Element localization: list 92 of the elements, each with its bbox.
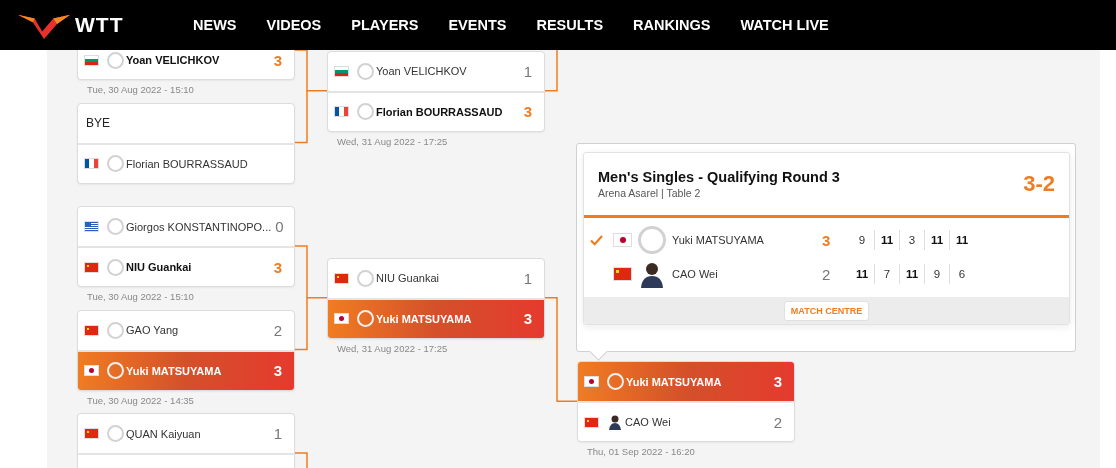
game-score: 11 [874,230,899,250]
player-name: NIU Guankai [126,261,193,273]
player-score: 3 [523,310,532,328]
player-name: Yuki MATSUYAMA [672,234,765,246]
nav-link[interactable]: VIDEOS [266,17,322,33]
player-score: 3 [822,231,832,249]
nav-link[interactable]: EVENTS [448,17,507,33]
player-name: CAO Wei [672,268,719,280]
connector-line [544,50,558,92]
match-score: 3-2 [1023,171,1055,197]
flag-icon [84,365,99,376]
player-score: 3 [273,51,282,69]
player-name: QUAN Kaiyuan [126,427,202,440]
game-score: 6 [949,264,974,284]
flag-icon [584,416,599,428]
highlighted-player-row[interactable]: Yuki MATSUYAMA 3 [328,297,544,338]
match-date: Tue, 30 Aug 2022 - 15:10 [87,84,195,95]
match-date: Thu, 01 Sep 2022 - 16:20 [587,446,696,458]
flag-icon [334,106,349,118]
match-date: Wed, 31 Aug 2022 - 17:25 [337,135,449,147]
player-name: Yuki MATSUYAMA [126,364,223,377]
player-score: 2 [822,265,832,283]
flag-icon [584,376,599,388]
nav-link[interactable]: PLAYERS [351,17,419,33]
highlighted-player-row[interactable]: Yuki MATSUYAMA 3 [578,362,794,402]
player-name: Yoan VELICHKOV [376,65,468,78]
flag-icon [84,428,99,439]
player-name: Florian BOURRASSAUD [126,157,249,170]
game-score: 11 [899,264,924,284]
player-score: 3 [273,258,282,276]
match-date: Wed, 31 Aug 2022 - 17:25 [337,342,449,354]
match-card[interactable]: Yoan VELICHKOV 1 Florian BOURRASSAUD 3 [327,50,545,132]
player-score: 2 [273,321,282,339]
flag-icon [613,233,632,247]
player-name: Yoan VELICHKOV [126,54,221,66]
player-score: 1 [523,62,532,80]
venue-text: Arena Asarel | Table 2 [598,187,702,199]
flag-icon [613,267,632,281]
game-score: 11 [949,230,974,250]
nav-link[interactable]: RESULTS [536,17,604,33]
game-score: 9 [857,233,867,248]
logo-text[interactable]: WTT [75,13,124,37]
connector-line [294,452,308,468]
match-title: Men's Singles - Qualifying Round 3 [598,169,840,185]
flag-icon [84,221,99,232]
player-row[interactable]: Florian BOURRASSAUD [78,142,294,183]
match-card[interactable]: NIU Guankai 1 Yuki MATSUYAMA 3 [327,257,545,339]
player-name: Yuki MATSUYAMA [376,312,473,325]
player-row[interactable]: CAO Wei 2 [578,401,794,442]
match-date: Tue, 30 Aug 2022 - 15:10 [87,291,195,302]
player-row[interactable]: GAO Yang 2 [78,310,294,350]
match-card[interactable]: Giorgos KONSTANTINOPO... 0 NIU Guankai 3 [77,206,295,287]
player-row[interactable]: NIU Guankai 3 [78,246,294,286]
player-score: 2 [773,413,782,431]
flag-icon [334,313,349,325]
player-score: 1 [273,425,282,442]
game-score: 7 [874,264,899,284]
player-row[interactable]: Yoan VELICHKOV 3 [78,50,294,79]
flag-icon [334,65,349,77]
player-score: 1 [523,269,532,287]
player-name: NIU Guankai [376,272,440,285]
highlighted-player-row[interactable]: Yuki MATSUYAMA 3 [78,349,294,390]
player-score: 0 [275,218,284,235]
match-date: Tue, 30 Aug 2022 - 14:35 [87,394,195,406]
nav-link[interactable]: RANKINGS [633,17,711,33]
game-score: 3 [899,230,924,250]
flag-icon [84,261,99,273]
player-score: 3 [273,362,282,379]
flag-icon [84,158,99,169]
player-row[interactable]: NIU Guankai 1 [328,258,544,298]
player-row[interactable]: Florian BOURRASSAUD 3 [328,90,544,131]
player-name: Yuki MATSUYAMA [626,375,723,388]
player-score: 3 [523,103,532,121]
player-name: Florian BOURRASSAUD [376,105,504,118]
flag-icon [84,324,99,336]
match-card[interactable]: GAO Yang 2 Yuki MATSUYAMA 3 [77,309,295,391]
nav-link[interactable]: NEWS [193,17,237,33]
player-row[interactable]: Giorgos KONSTANTINOPO... 0 [78,207,294,246]
player-score: 3 [773,373,782,391]
player-name: GAO Yang [126,324,180,336]
match-card[interactable]: Yuki MATSUYAMA 3 CAO Wei 2 [577,361,795,443]
player-name: Giorgos KONSTANTINOPO... [126,220,272,233]
player-name: CAO Wei [625,416,672,429]
flag-icon [84,54,99,66]
game-score: 9 [924,264,949,284]
game-score: 11 [854,267,870,282]
nav-link[interactable]: WATCH LIVE [740,17,829,33]
game-score: 11 [924,230,949,250]
match-card[interactable]: BYE Florian BOURRASSAUD [77,102,295,184]
bye-label: BYE [86,116,110,130]
flag-icon [334,272,349,284]
player-row[interactable]: Yoan VELICHKOV 1 [328,51,544,91]
